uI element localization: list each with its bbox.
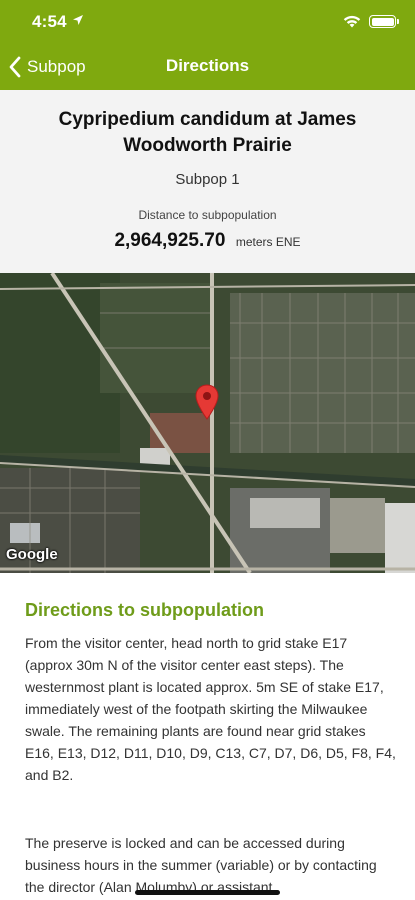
distance-value: 2,964,925.70 (114, 230, 226, 251)
google-attribution[interactable]: Google (6, 546, 58, 563)
navigation-bar: Subpop Directions (0, 44, 415, 90)
distance-label: Distance to subpopulation (138, 208, 277, 222)
map-imagery (0, 273, 415, 573)
status-bar: 4:54 (0, 0, 415, 44)
page-title: Directions (165, 56, 250, 75)
map-pin-icon[interactable] (195, 384, 219, 420)
distance-readout: 2,964,925.70 meters ENE (0, 230, 415, 252)
subpop-label: Subpop 1 (175, 171, 240, 188)
top-bar: 4:54 Subpop Directions (0, 0, 415, 90)
access-paragraph: The preserve is locked and can be access… (25, 835, 377, 895)
home-indicator[interactable] (135, 890, 280, 895)
location-arrow-icon (73, 15, 83, 25)
species-site-title: Cypripedium candidum at James Woodworth … (58, 109, 357, 156)
directions-heading: Directions to subpopulation (25, 600, 264, 620)
directions-section: Directions to subpopulation From the vis… (0, 573, 415, 900)
directions-paragraph: From the visitor center, head north to g… (25, 635, 396, 783)
status-time: 4:54 (32, 12, 67, 31)
satellite-map[interactable]: Google (0, 273, 415, 573)
distance-unit: meters ENE (235, 235, 301, 249)
battery-icon (369, 15, 399, 28)
subpopulation-header: Cypripedium candidum at James Woodworth … (0, 90, 415, 273)
wifi-icon (343, 15, 361, 28)
